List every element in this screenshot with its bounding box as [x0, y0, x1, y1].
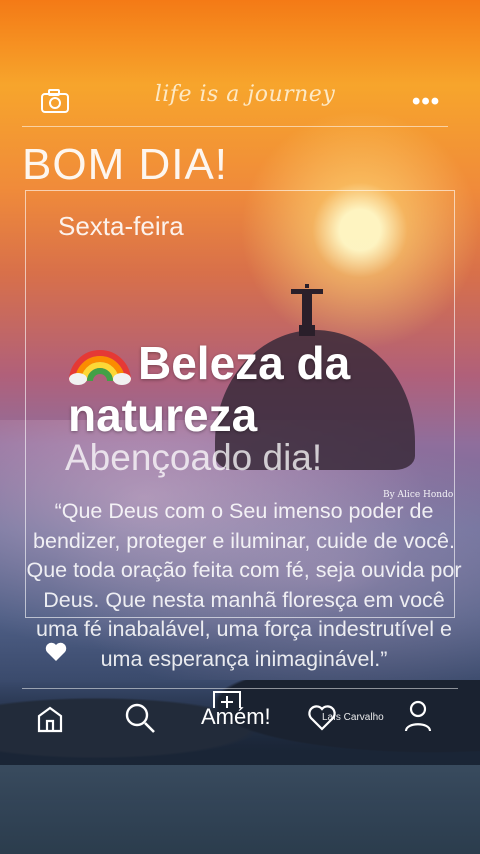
header-divider	[22, 126, 448, 127]
nav-divider	[22, 688, 458, 689]
user-icon[interactable]	[404, 700, 432, 732]
amen-label: Amém!	[201, 704, 271, 729]
headline: Beleza da natureza	[68, 325, 428, 441]
like-heart-icon[interactable]	[44, 640, 68, 662]
post-title: BOM DIA!	[22, 140, 229, 189]
home-icon[interactable]	[36, 705, 64, 733]
search-icon[interactable]	[124, 702, 156, 734]
more-icon[interactable]: •••	[412, 88, 440, 116]
quote-text: “Que Deus com o Seu imenso poder de bend…	[26, 499, 462, 671]
weekday-label: Sexta-feira	[58, 211, 184, 241]
credit-bottom: Laís Carvalho	[322, 712, 384, 723]
camera-icon[interactable]	[40, 88, 70, 114]
blessing-text: Abençoado dia!	[65, 437, 323, 478]
bottom-band	[0, 765, 480, 854]
tagline: life is a journey	[154, 82, 336, 107]
rainbow-icon	[69, 350, 131, 385]
